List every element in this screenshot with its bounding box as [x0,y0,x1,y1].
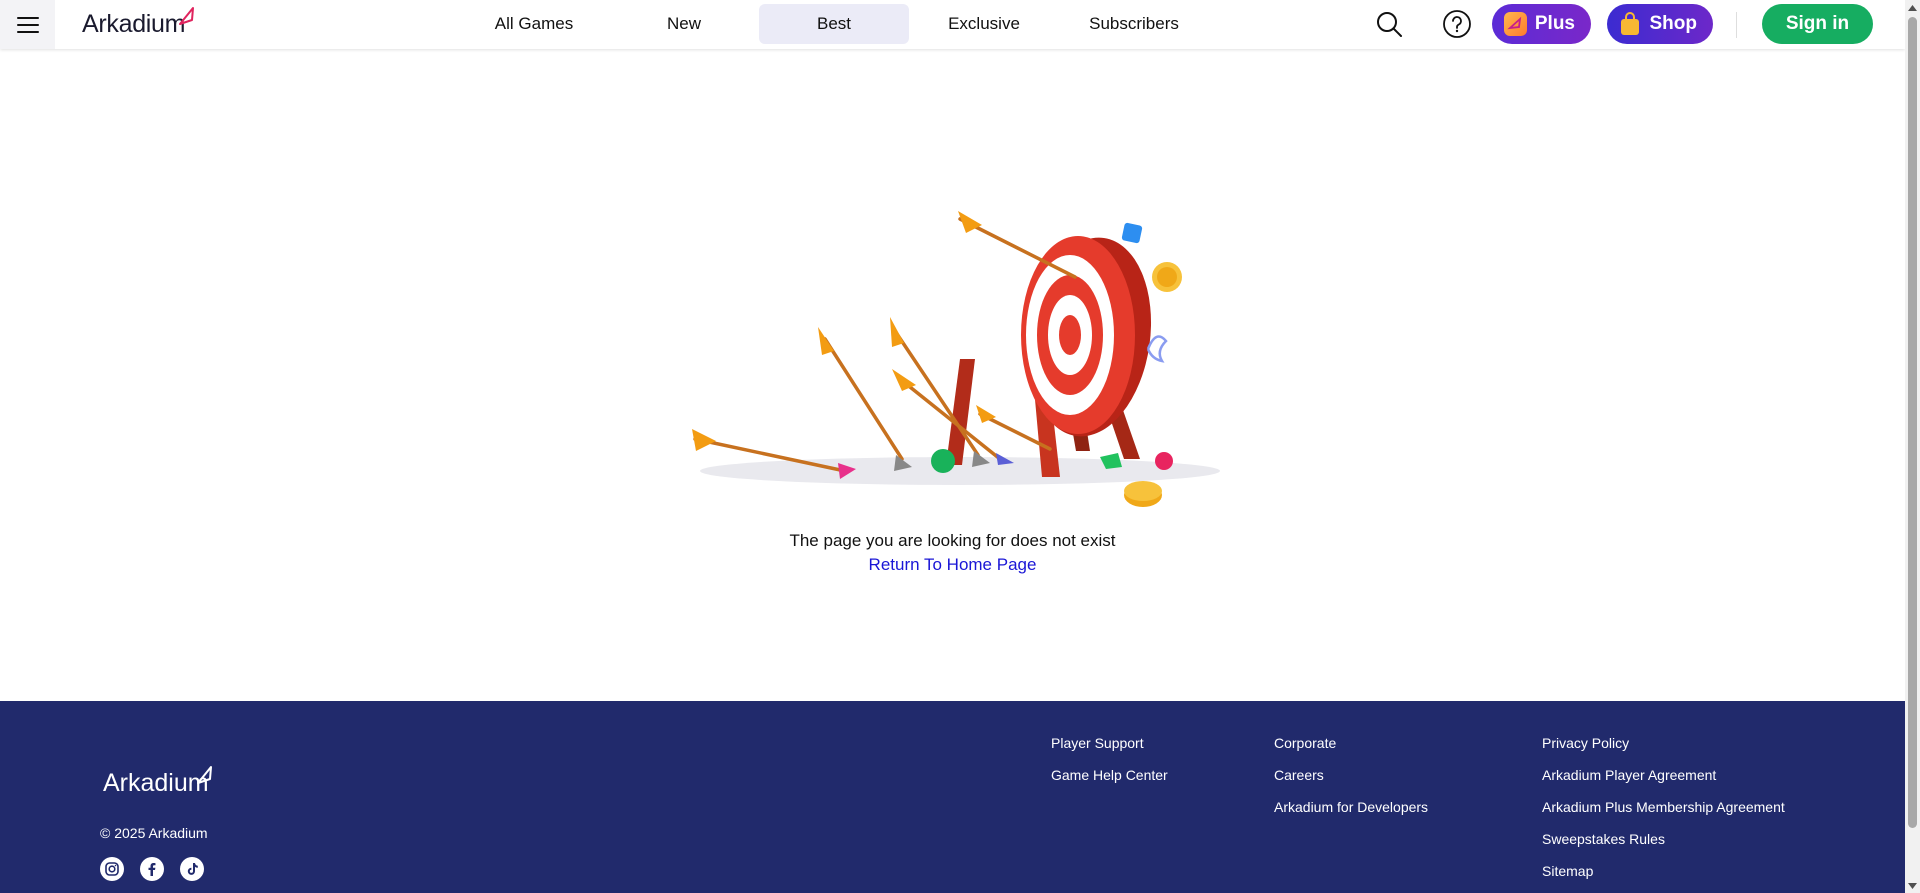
site-footer: Arkadium © 2025 Arkadium Player Support … [0,701,1905,893]
instagram-icon[interactable] [100,857,124,881]
scrollbar-thumb[interactable] [1908,17,1917,828]
sign-in-button[interactable]: Sign in [1762,4,1873,44]
footer-logo-arrow-icon [197,766,212,784]
search-button[interactable] [1372,7,1406,41]
scroll-up-arrow-icon[interactable] [1905,0,1920,15]
footer-column-corporate: Corporate Careers Arkadium for Developer… [1274,734,1428,817]
nav-new[interactable]: New [609,4,759,44]
copyright-text: © 2025 Arkadium [100,825,208,841]
help-icon [1443,10,1471,38]
nav-all-games[interactable]: All Games [459,4,609,44]
site-header: Arkadium All Games New Best Exclusive Su… [0,0,1905,49]
social-links [100,857,204,881]
menu-button[interactable] [0,0,55,49]
nav-best[interactable]: Best [759,4,909,44]
footer-link-privacy-policy[interactable]: Privacy Policy [1542,734,1785,753]
nav-exclusive[interactable]: Exclusive [909,4,1059,44]
shop-label: Shop [1649,13,1698,34]
search-icon [1377,12,1402,37]
scroll-down-arrow-icon[interactable] [1905,878,1920,893]
footer-link-developers[interactable]: Arkadium for Developers [1274,798,1428,817]
footer-logo[interactable]: Arkadium [103,766,212,799]
return-home-link[interactable]: Return To Home Page [869,555,1037,574]
menu-icon [16,16,39,33]
header-divider [1736,12,1737,38]
help-button[interactable] [1440,7,1474,41]
footer-link-sitemap[interactable]: Sitemap [1542,862,1785,881]
archery-target-illustration [692,211,1220,507]
footer-column-legal: Privacy Policy Arkadium Player Agreement… [1542,734,1785,881]
shop-button[interactable]: Shop [1607,4,1713,44]
plus-button[interactable]: Plus [1492,4,1591,44]
facebook-icon[interactable] [140,857,164,881]
footer-link-sweepstakes-rules[interactable]: Sweepstakes Rules [1542,830,1785,849]
footer-link-player-support[interactable]: Player Support [1051,734,1168,753]
main-nav: All Games New Best Exclusive Subscribers [459,4,1209,44]
arkadium-logo[interactable]: Arkadium [82,6,194,42]
plus-badge-icon [1504,12,1527,36]
not-found-message: The page you are looking for does not ex… [789,531,1116,550]
logo-arrow-icon [179,7,194,25]
vertical-scrollbar[interactable] [1905,0,1920,893]
logo-text: Arkadium [82,10,186,38]
plus-label: Plus [1534,13,1575,34]
footer-column-support: Player Support Game Help Center [1051,734,1168,785]
nav-subscribers[interactable]: Subscribers [1059,4,1209,44]
footer-logo-text: Arkadium [103,769,209,797]
footer-link-player-agreement[interactable]: Arkadium Player Agreement [1542,766,1785,785]
footer-link-careers[interactable]: Careers [1274,766,1428,785]
footer-link-corporate[interactable]: Corporate [1274,734,1428,753]
tiktok-icon[interactable] [180,857,204,881]
shopping-bag-icon [1619,12,1642,36]
footer-link-plus-membership-agreement[interactable]: Arkadium Plus Membership Agreement [1542,798,1785,817]
not-found-content: The page you are looking for does not ex… [0,49,1905,701]
footer-link-game-help-center[interactable]: Game Help Center [1051,766,1168,785]
